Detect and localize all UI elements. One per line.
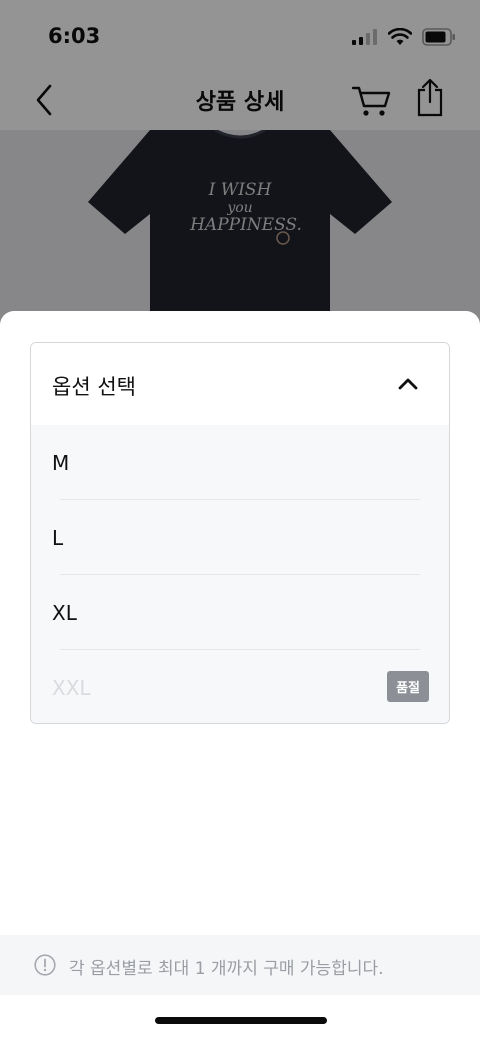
option-list: M L XL XXL 품절 (31, 425, 449, 723)
option-dropdown: 옵션 선택 M L XL XXL 품절 (30, 342, 450, 724)
option-item-m[interactable]: M (31, 425, 449, 500)
option-item-l[interactable]: L (31, 500, 449, 575)
option-item-xl[interactable]: XL (31, 575, 449, 650)
info-icon (34, 954, 56, 976)
screen: 6:03 상품 상세 I WISH you HAPPINESS. 옵션 선택 M… (0, 0, 480, 1038)
chevron-up-icon[interactable] (397, 375, 419, 391)
option-label: M (52, 451, 70, 475)
option-label: XL (52, 601, 77, 625)
option-bottom-sheet: 옵션 선택 M L XL XXL 품절 각 옵션별로 최대 1 개까지 구매 가… (0, 311, 480, 1038)
dim-overlay[interactable] (0, 0, 480, 330)
option-dropdown-header[interactable]: 옵션 선택 (31, 343, 449, 425)
notice-text: 각 옵션별로 최대 1 개까지 구매 가능합니다. (69, 959, 384, 979)
home-indicator[interactable] (155, 1017, 327, 1024)
option-item-xxl: XXL 품절 (31, 650, 449, 723)
option-label: XXL (52, 676, 91, 700)
option-dropdown-label: 옵션 선택 (52, 375, 136, 399)
purchase-limit-notice: 각 옵션별로 최대 1 개까지 구매 가능합니다. (0, 935, 480, 995)
option-label: L (52, 526, 64, 550)
soldout-badge: 품절 (387, 671, 429, 702)
